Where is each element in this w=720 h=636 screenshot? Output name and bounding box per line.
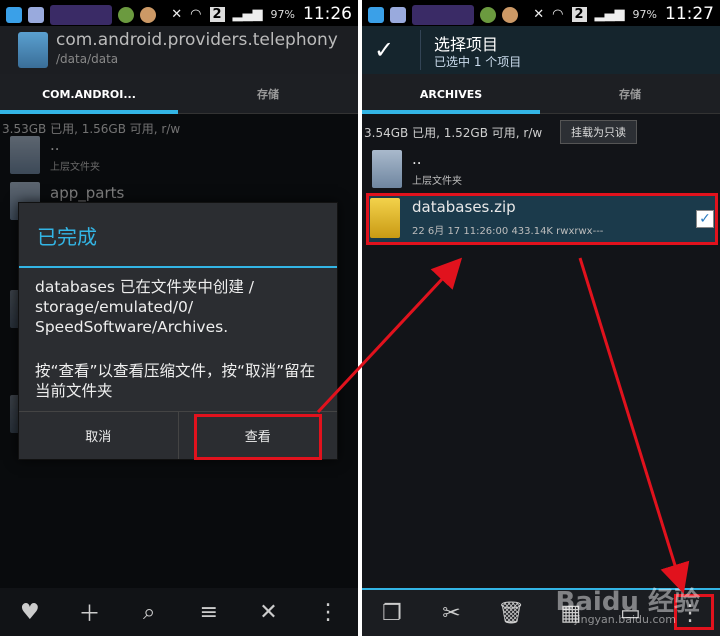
dialog-message-2: 按“查看”以查看压缩文件，按“取消”留在当前文件夹 — [35, 362, 316, 400]
left-screen: ✕ ◠ 2 ▂▄▆ 97% 11:26 com.android.provider… — [0, 0, 358, 636]
tab-current-folder[interactable]: COM.ANDROI... — [0, 74, 178, 114]
blurred-notification — [412, 5, 474, 25]
weather-icon — [390, 7, 406, 23]
sim-label: 2 — [209, 6, 225, 22]
selection-title: 选择项目 — [434, 35, 499, 54]
app-icon — [6, 7, 22, 23]
right-screen: ✕ ◠ 2 ▂▄▆ 97% 11:27 ✓ 选择项目 已选中 1 个项目 ARC… — [362, 0, 720, 636]
plus-icon[interactable]: ＋ — [74, 597, 104, 627]
highlight-view-button — [194, 414, 322, 460]
status-bar: ✕ ◠ 2 ▂▄▆ 97% 11:26 — [0, 0, 358, 26]
tab-label: ARCHIVES — [419, 87, 483, 101]
cancel-button[interactable]: 取消 — [19, 412, 178, 459]
status-bar: ✕ ◠ 2 ▂▄▆ 97% 11:27 — [362, 0, 720, 26]
done-check-icon[interactable]: ✓ — [374, 36, 394, 64]
copy-icon[interactable]: ❐ — [377, 598, 407, 628]
tab-bar: COM.ANDROI... 存储 — [0, 74, 358, 114]
bottom-toolbar: ♥ ＋ ⌕ ≡ ✕ ⋮ — [0, 588, 358, 636]
tab-storage[interactable]: 存储 — [178, 74, 358, 114]
tab-label: 存储 — [257, 88, 279, 101]
app-icon-2 — [480, 7, 496, 23]
clock: 11:27 — [665, 4, 714, 24]
signal-icon: ▂▄▆ — [232, 6, 263, 22]
face-icon — [502, 7, 518, 23]
sim-label: 2 — [571, 6, 587, 22]
dialog-message: databases 已在文件夹中创建 / storage/emulated/0/… — [35, 278, 255, 336]
current-path: /data/data — [56, 52, 119, 66]
selection-count: 已选中 1 个项目 — [434, 55, 522, 69]
selection-action-bar: ✓ 选择项目 已选中 1 个项目 — [362, 26, 720, 74]
dialog-divider — [19, 266, 337, 268]
clock: 11:26 — [303, 4, 352, 24]
tab-storage[interactable]: 存储 — [540, 74, 720, 114]
delete-icon[interactable]: 🗑 — [496, 598, 526, 628]
app-icon — [368, 7, 384, 23]
storage-info: 3.54GB 已用, 1.52GB 可用, r/w — [364, 126, 543, 140]
dialog-title: 已完成 — [37, 225, 97, 249]
highlight-zip-row — [366, 193, 718, 245]
app-logo-icon — [18, 32, 48, 68]
search-icon[interactable]: ⌕ — [134, 597, 164, 627]
battery-text: 97% — [270, 7, 295, 21]
tab-archives[interactable]: ARCHIVES — [362, 74, 540, 114]
panel-divider — [358, 0, 362, 636]
mount-readonly-button[interactable]: 挂载为只读 — [560, 120, 637, 144]
face-icon — [140, 7, 156, 23]
close-icon[interactable]: ✕ — [253, 597, 283, 627]
tab-label: COM.ANDROI... — [42, 87, 136, 101]
tab-bar: ARCHIVES 存储 — [362, 74, 720, 114]
weather-icon — [28, 7, 44, 23]
sort-icon[interactable]: ≡ — [194, 597, 224, 627]
tab-label: 存储 — [619, 88, 641, 101]
overflow-icon[interactable]: ⋮ — [313, 597, 343, 627]
file-subtitle: 上层文件夹 — [412, 176, 462, 187]
signal-icon: ▂▄▆ — [594, 6, 625, 22]
screenshot-composite: ✕ ◠ 2 ▂▄▆ 97% 11:26 com.android.provider… — [0, 0, 720, 636]
file-name: .. — [412, 150, 422, 168]
app-header: com.android.providers.telephony /data/da… — [0, 26, 358, 74]
cut-icon[interactable]: ✂ — [436, 598, 466, 628]
watermark-url: jingyan.baidu.com — [574, 613, 676, 626]
wifi-icon: ◠ — [552, 6, 564, 22]
folder-icon — [372, 150, 402, 188]
blurred-notification — [50, 5, 112, 25]
app-icon-2 — [118, 7, 134, 23]
mute-icon: ✕ — [533, 6, 545, 22]
mute-icon: ✕ — [171, 6, 183, 22]
wifi-icon: ◠ — [190, 6, 202, 22]
package-name: com.android.providers.telephony — [56, 30, 338, 50]
battery-text: 97% — [632, 7, 657, 21]
heart-icon[interactable]: ♥ — [15, 597, 45, 627]
